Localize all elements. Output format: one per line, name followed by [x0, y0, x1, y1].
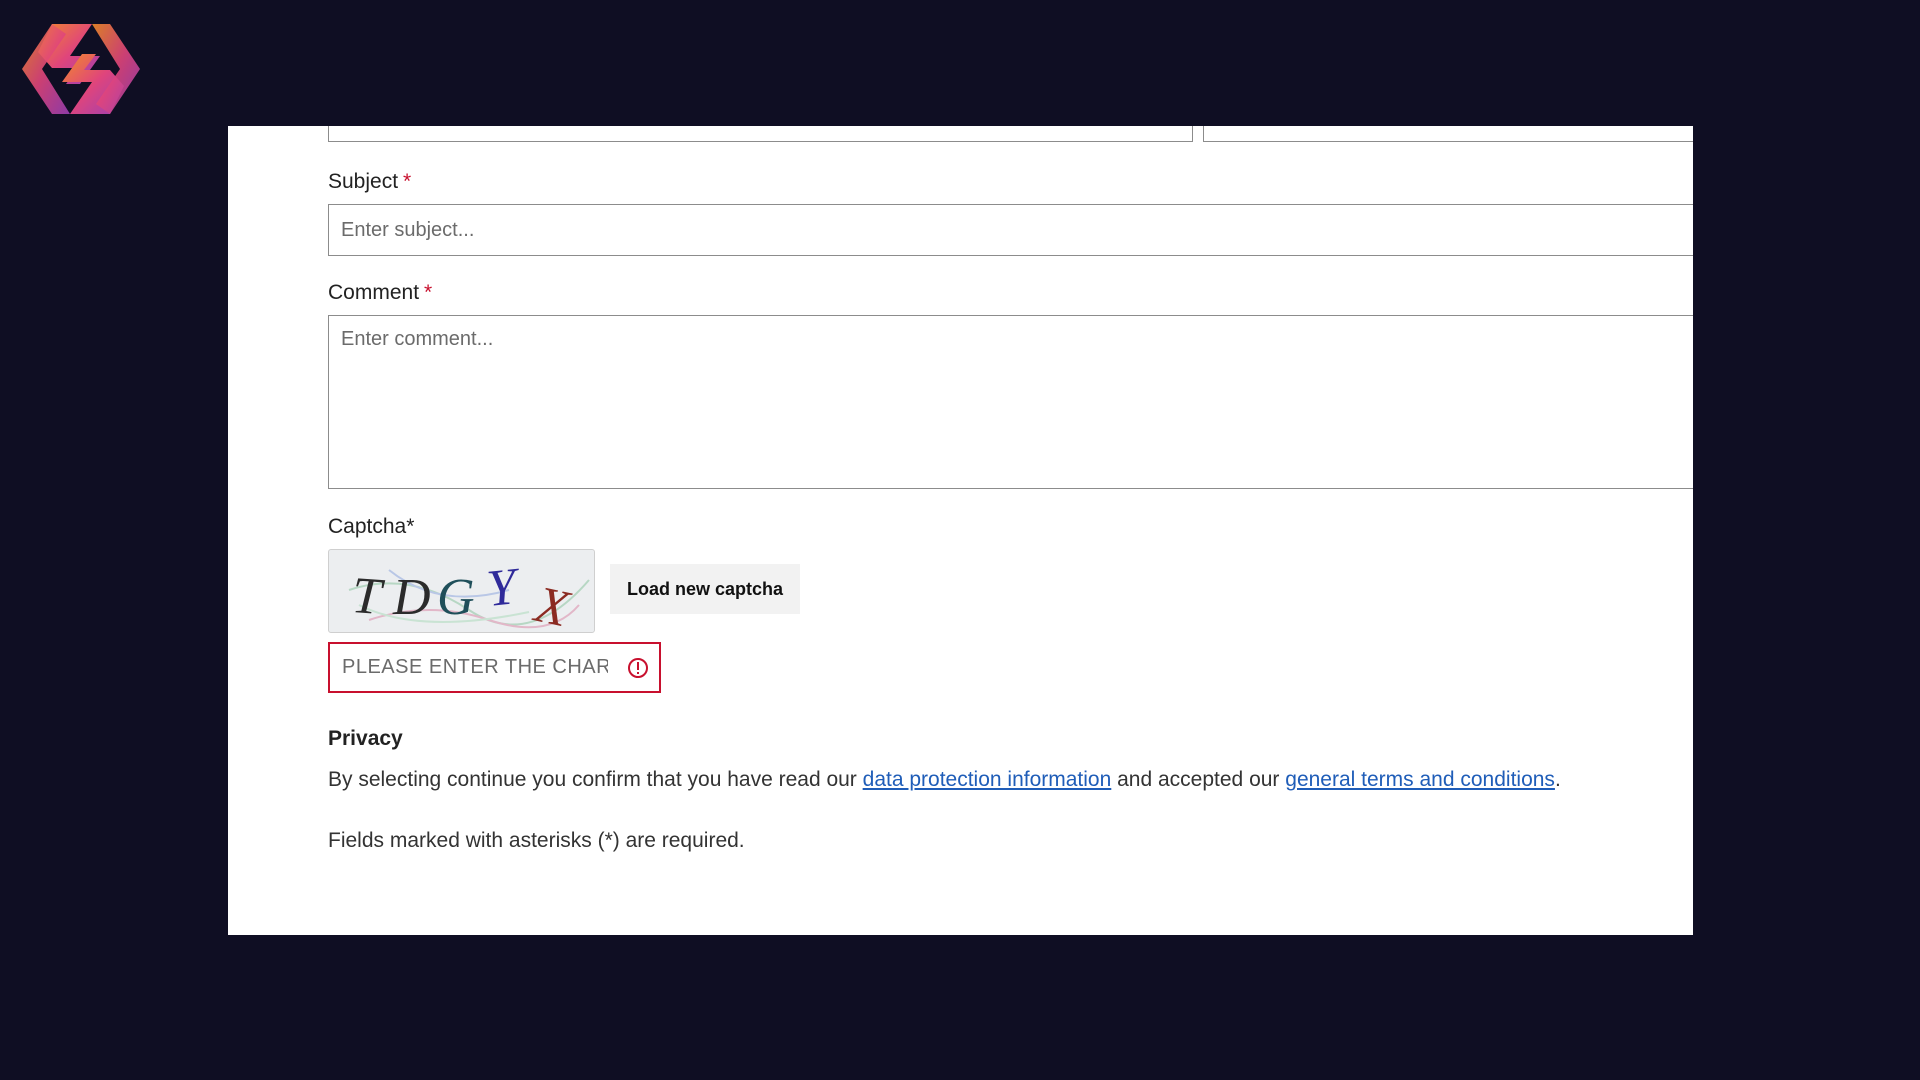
- form-panel: Subject* Comment* Captcha* TDGYX Load ne…: [228, 126, 1693, 935]
- previous-field-right[interactable]: [1203, 126, 1693, 142]
- privacy-text-start: By selecting continue you confirm that y…: [328, 768, 863, 791]
- comment-label-text: Comment: [328, 281, 420, 304]
- captcha-input-wrapper: [328, 642, 661, 693]
- comment-textarea[interactable]: [328, 315, 1693, 489]
- captcha-char: G: [437, 569, 475, 626]
- privacy-statement: By selecting continue you confirm that y…: [328, 768, 1561, 792]
- data-protection-link[interactable]: data protection information: [863, 768, 1112, 791]
- error-icon: [628, 658, 648, 678]
- required-fields-note: Fields marked with asterisks (*) are req…: [328, 829, 745, 852]
- captcha-image: TDGYX: [328, 549, 595, 633]
- subject-input[interactable]: [328, 204, 1693, 256]
- brand-logo: [22, 24, 140, 114]
- privacy-text-middle: and accepted our: [1111, 768, 1286, 791]
- subject-required-mark: *: [403, 170, 412, 193]
- captcha-char: X: [529, 576, 576, 633]
- captcha-char: D: [392, 569, 431, 626]
- captcha-label: Captcha*: [328, 515, 415, 538]
- comment-label: Comment *: [328, 281, 432, 305]
- captcha-char: Y: [484, 558, 524, 618]
- previous-field-left[interactable]: [328, 126, 1193, 142]
- load-new-captcha-button[interactable]: Load new captcha: [610, 564, 800, 614]
- terms-link[interactable]: general terms and conditions: [1285, 768, 1555, 791]
- comment-required-mark: *: [424, 281, 433, 304]
- subject-label: Subject *: [328, 170, 411, 194]
- privacy-text-end: .: [1554, 768, 1561, 791]
- privacy-heading: Privacy: [328, 727, 403, 750]
- subject-label-text: Subject: [328, 170, 399, 193]
- captcha-input[interactable]: [330, 644, 620, 691]
